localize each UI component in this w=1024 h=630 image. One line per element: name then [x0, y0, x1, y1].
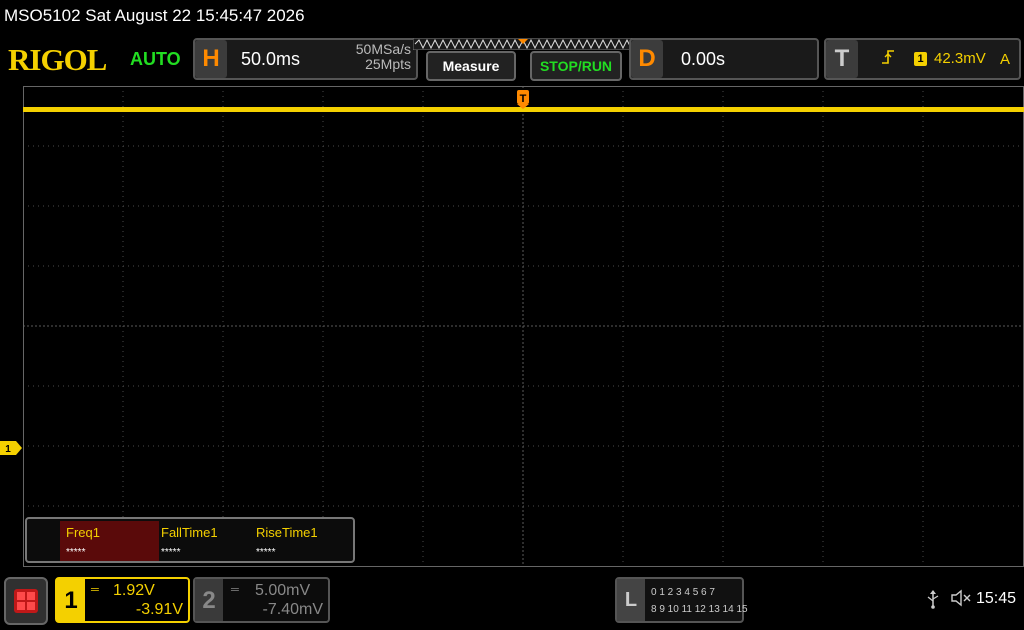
measurement-falltime1[interactable]: FallTime1 ***** — [155, 521, 250, 561]
horizontal-label: H — [195, 40, 227, 78]
acquisition-mode[interactable]: AUTO — [130, 49, 181, 70]
logic-row-low: 0 1 2 3 4 5 6 7 — [651, 587, 715, 598]
brand-logo: RIGOL — [8, 42, 107, 77]
svg-text:1: 1 — [5, 444, 11, 455]
speaker-muted-icon[interactable] — [950, 588, 974, 608]
acquisition-info: 50MSa/s 25Mpts — [333, 42, 411, 72]
waveform-display[interactable]: T — [23, 86, 1024, 567]
measurement-name: Freq1 — [66, 525, 100, 540]
trigger-coupling: A — [1000, 51, 1011, 68]
measurement-name: RiseTime1 — [256, 525, 318, 540]
stop-run-button[interactable]: STOP/RUN — [530, 51, 622, 81]
usb-icon — [927, 590, 939, 609]
logic-channels[interactable]: L 0 1 2 3 4 5 6 7 8 9 10 11 12 13 14 15 — [615, 577, 748, 623]
measurement-name: FallTime1 — [161, 525, 218, 540]
trigger-level: 42.3mV — [934, 50, 986, 67]
ch1-label: 1 — [57, 579, 85, 621]
ch1-settings[interactable]: 1 ═ 1.92V -3.91V — [55, 577, 190, 623]
ch2-label: 2 — [195, 579, 223, 621]
rising-edge-icon — [882, 50, 894, 64]
logic-row-high: 8 9 10 11 12 13 14 15 — [651, 604, 748, 615]
ch2-offset: -7.40mV — [262, 601, 323, 618]
title-text: MSO5102 Sat August 22 15:45:47 2026 — [4, 6, 305, 25]
measurement-freq1[interactable]: Freq1 ***** — [60, 521, 159, 561]
system-clock: 15:45 — [976, 590, 1017, 607]
ch1-offset: -3.91V — [135, 601, 183, 618]
horizontal-panel[interactable]: H 50.0ms 50MSa/s 25Mpts — [193, 38, 418, 80]
dc-coupling-icon: ═ — [231, 584, 239, 596]
trigger-panel[interactable]: T 1 42.3mV A — [824, 38, 1021, 80]
grid-menu-icon — [14, 589, 38, 613]
measurement-risetime1[interactable]: RiseTime1 ***** — [250, 521, 345, 561]
delay-value: 0.00s — [681, 49, 726, 69]
ch2-scale: 5.00mV — [255, 582, 311, 599]
delay-label: D — [631, 40, 663, 78]
trigger-source-badge: 1 — [914, 52, 927, 66]
ch1-ground-marker[interactable]: 1 — [0, 441, 23, 455]
memory-timeline[interactable] — [413, 38, 635, 50]
trigger-label: T — [826, 40, 858, 78]
ch2-settings[interactable]: 2 ═ 5.00mV -7.40mV — [193, 577, 330, 623]
measurement-value: ***** — [256, 547, 276, 558]
logic-label: L — [617, 579, 645, 621]
measurement-table: Freq1 ***** FallTime1 ***** RiseTime1 **… — [25, 517, 355, 563]
title-bar: MSO5102 Sat August 22 15:45:47 2026 — [0, 0, 1024, 32]
measurement-value: ***** — [161, 547, 181, 558]
main-menu-button[interactable] — [4, 577, 48, 625]
measurement-value: ***** — [66, 547, 86, 558]
measure-button[interactable]: Measure — [426, 51, 516, 81]
sample-rate: 50MSa/s — [355, 41, 411, 57]
timebase-value: 50.0ms — [241, 49, 301, 69]
delay-panel[interactable]: D 0.00s — [629, 38, 819, 80]
svg-text:T: T — [520, 93, 527, 105]
memory-depth: 25Mpts — [365, 56, 411, 72]
ch1-scale: 1.92V — [113, 582, 155, 599]
dc-coupling-icon: ═ — [91, 584, 99, 596]
